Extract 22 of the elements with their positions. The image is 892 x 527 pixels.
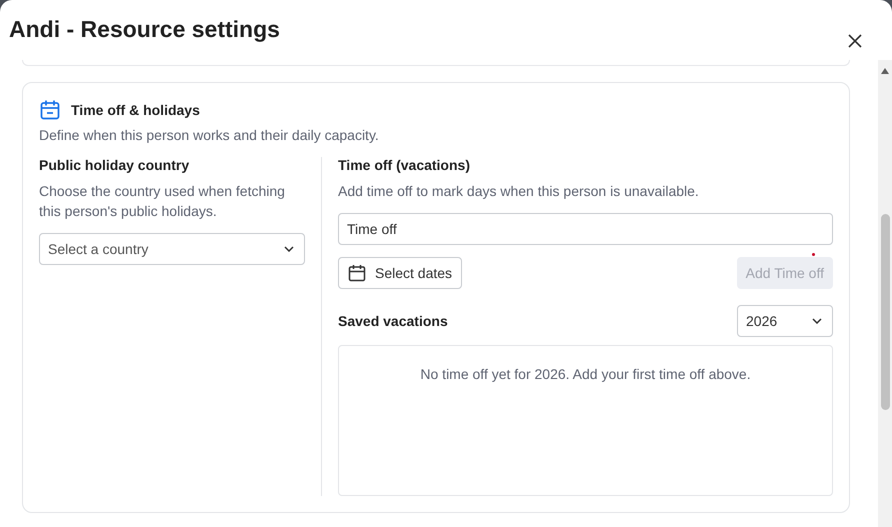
scrollbar[interactable] xyxy=(878,60,892,527)
section-title: Time off & holidays xyxy=(71,102,200,118)
scroll-up-icon[interactable] xyxy=(881,68,889,74)
chevron-icon xyxy=(284,246,294,252)
time-off-name-field[interactable]: Time off xyxy=(338,213,833,245)
saved-vacations-heading: Saved vacations xyxy=(338,313,448,329)
holiday-heading: Public holiday country xyxy=(39,157,190,173)
calendar-icon xyxy=(348,264,366,282)
scrollbar-thumb[interactable] xyxy=(880,214,890,410)
year-select[interactable]: 2026 xyxy=(737,305,833,337)
time-off-heading: Time off (vacations) xyxy=(338,157,471,173)
status-dot xyxy=(812,253,815,256)
dialog-title: Andi - Resource settings xyxy=(9,16,280,44)
time-off-description: Add time off to mark days when this person is unavailable. xyxy=(338,182,700,201)
select-dates-button[interactable]: Select dates xyxy=(338,257,462,289)
holiday-description: Choose the country used when fetching this person's public holidays. xyxy=(39,182,286,221)
empty-message: No time off yet for 2026. Add your first time off above. xyxy=(420,365,751,384)
close-icon[interactable] xyxy=(848,34,862,48)
chevron-icon xyxy=(812,318,822,324)
section-description: Define when this person works and their daily capacity. xyxy=(39,127,380,143)
calendar-icon xyxy=(39,99,61,121)
country-select[interactable]: Select a country xyxy=(39,233,305,265)
